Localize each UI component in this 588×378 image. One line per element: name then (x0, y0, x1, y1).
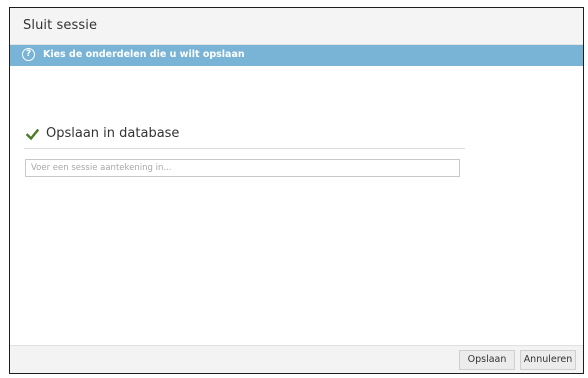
cancel-button[interactable]: Annuleren (520, 350, 576, 370)
dialog-footer: Opslaan Annuleren (10, 345, 583, 373)
dialog-title: Sluit sessie (23, 18, 98, 33)
close-session-dialog: Sluit sessie ? Kies de onderdelen die u … (9, 7, 584, 374)
save-to-database-checkbox[interactable] (26, 128, 39, 141)
dialog-title-bar: Sluit sessie (10, 8, 583, 45)
checkmark-icon (26, 128, 39, 141)
question-circle-icon: ? (22, 48, 35, 61)
save-button[interactable]: Opslaan (459, 350, 515, 370)
save-to-database-label: Opslaan in database (46, 126, 180, 141)
info-banner: ? Kies de onderdelen die u wilt opslaan (10, 45, 583, 66)
save-to-database-option[interactable]: Opslaan in database (24, 126, 465, 149)
session-note-input[interactable] (25, 159, 460, 177)
info-banner-message: Kies de onderdelen die u wilt opslaan (43, 49, 245, 60)
